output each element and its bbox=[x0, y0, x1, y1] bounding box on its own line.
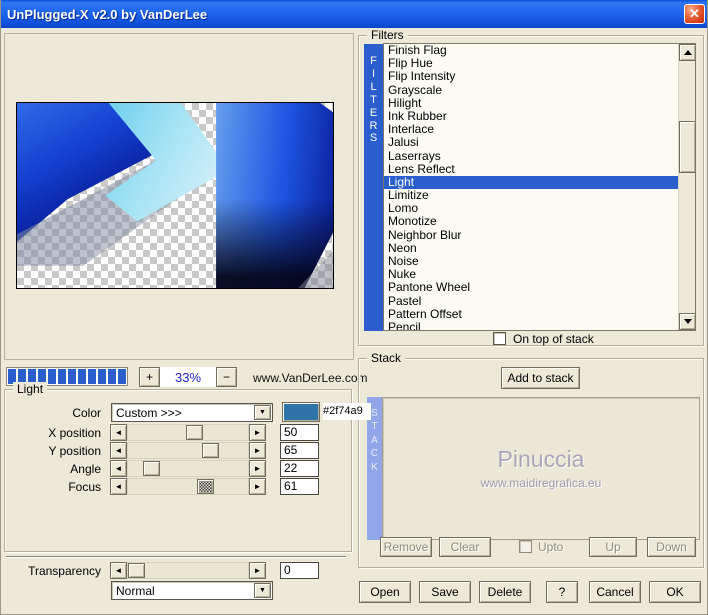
filters-group-label: Filters bbox=[367, 28, 408, 42]
filter-item[interactable]: Grayscale bbox=[384, 83, 695, 97]
scroll-up-button[interactable] bbox=[679, 44, 695, 61]
transparency-left-arrow-button[interactable]: ◄ bbox=[110, 562, 127, 579]
title-bar[interactable]: UnPlugged-X v2.0 by VanDerLee ✕ bbox=[1, 0, 707, 28]
x-position-value-field[interactable]: 50 bbox=[280, 424, 319, 441]
filter-item[interactable]: Light bbox=[384, 175, 695, 190]
filter-item[interactable]: Monotize bbox=[384, 215, 695, 228]
stack-group-label: Stack bbox=[367, 351, 406, 365]
filter-item[interactable]: Lens Reflect bbox=[384, 162, 695, 176]
delete-button[interactable]: Delete bbox=[479, 581, 531, 603]
watermark-title: Pinuccia bbox=[497, 446, 585, 472]
transparency-slider-track[interactable] bbox=[127, 562, 249, 579]
scrollbar[interactable] bbox=[678, 44, 695, 330]
x-position-slider-track[interactable] bbox=[127, 424, 249, 441]
filter-item[interactable]: Pastel bbox=[384, 294, 695, 308]
chevron-down-icon[interactable]: ▼ bbox=[254, 583, 271, 598]
filter-item[interactable]: Pattern Offset bbox=[384, 307, 695, 321]
unplugged-x-dialog: UnPlugged-X v2.0 by VanDerLee ✕ + 33% − … bbox=[0, 0, 708, 615]
filter-item[interactable]: Neighbor Blur bbox=[384, 228, 695, 242]
on-top-of-stack-checkbox[interactable] bbox=[493, 332, 506, 345]
clear-button[interactable]: Clear bbox=[439, 537, 491, 557]
help-button[interactable]: ? bbox=[546, 581, 578, 603]
zoom-out-button[interactable]: − bbox=[216, 367, 237, 387]
down-button[interactable]: Down bbox=[647, 537, 696, 557]
filter-item[interactable]: Pencil bbox=[384, 320, 695, 330]
transparency-label: Transparency bbox=[28, 564, 101, 578]
scrollbar-thumb[interactable] bbox=[679, 121, 695, 173]
upto-checkbox[interactable] bbox=[519, 540, 532, 553]
transparency-value-field[interactable]: 0 bbox=[280, 562, 319, 579]
preview-panel bbox=[4, 33, 354, 360]
filter-item[interactable]: Hilight bbox=[384, 96, 695, 110]
zoom-percent: 33% bbox=[160, 367, 216, 387]
color-combobox[interactable]: Custom >>> ▼ bbox=[111, 403, 273, 422]
angle-label: Angle bbox=[70, 462, 101, 476]
light-group-label: Light bbox=[13, 382, 48, 396]
remove-button[interactable]: Remove bbox=[380, 537, 432, 557]
y-position-slider-track[interactable] bbox=[127, 442, 249, 459]
scroll-down-button[interactable] bbox=[679, 313, 695, 330]
filter-item[interactable]: Limitize bbox=[384, 188, 695, 202]
on-top-of-stack-label: On top of stack bbox=[513, 332, 594, 346]
y-position-label: Y position bbox=[48, 444, 101, 458]
preview-image[interactable] bbox=[16, 102, 334, 289]
stack-listbox[interactable]: Pinuccia www.maidiregrafica.eu bbox=[382, 397, 700, 540]
focus-label: Focus bbox=[68, 480, 101, 494]
add-to-stack-button[interactable]: Add to stack bbox=[501, 367, 580, 389]
chevron-down-icon[interactable]: ▼ bbox=[254, 405, 271, 420]
filter-item[interactable]: Laserrays bbox=[384, 149, 695, 163]
vendor-website: www.VanDerLee.com bbox=[253, 371, 368, 385]
x-position-label: X position bbox=[48, 426, 101, 440]
filter-item[interactable]: Flip Intensity bbox=[384, 70, 695, 83]
cancel-button[interactable]: Cancel bbox=[589, 581, 641, 603]
angle-slider-thumb[interactable] bbox=[143, 461, 160, 476]
ok-button[interactable]: OK bbox=[649, 581, 701, 603]
y-position-slider-thumb[interactable] bbox=[202, 443, 219, 458]
y-position-value-field[interactable]: 65 bbox=[280, 442, 319, 459]
close-icon[interactable]: ✕ bbox=[684, 4, 705, 24]
y-position-left-arrow-button[interactable]: ◄ bbox=[110, 442, 127, 459]
angle-slider-track[interactable] bbox=[127, 460, 249, 477]
transparency-slider-thumb[interactable] bbox=[128, 563, 145, 578]
blend-mode-combobox[interactable]: Normal ▼ bbox=[111, 581, 273, 600]
focus-value-field[interactable]: 61 bbox=[280, 478, 319, 495]
color-swatch-button[interactable] bbox=[282, 402, 320, 422]
color-combobox-value: Custom >>> bbox=[116, 406, 182, 420]
watermark-url: www.maidiregrafica.eu bbox=[480, 476, 602, 490]
transparency-right-arrow-button[interactable]: ► bbox=[249, 562, 266, 579]
focus-left-arrow-button[interactable]: ◄ bbox=[110, 478, 127, 495]
filter-item[interactable]: Interlace bbox=[384, 123, 695, 136]
y-position-right-arrow-button[interactable]: ► bbox=[249, 442, 266, 459]
filter-item[interactable]: Noise bbox=[384, 254, 695, 268]
angle-left-arrow-button[interactable]: ◄ bbox=[110, 460, 127, 477]
angle-right-arrow-button[interactable]: ► bbox=[249, 460, 266, 477]
open-button[interactable]: Open bbox=[359, 581, 411, 603]
color-hex-label: #2f74a9 bbox=[323, 403, 371, 420]
focus-right-arrow-button[interactable]: ► bbox=[249, 478, 266, 495]
color-label: Color bbox=[72, 406, 101, 420]
filters-sidebar: FILTERS bbox=[364, 44, 383, 331]
focus-slider-track[interactable] bbox=[127, 478, 249, 495]
save-button[interactable]: Save bbox=[419, 581, 471, 603]
filter-item[interactable]: Jalusi bbox=[384, 136, 695, 149]
x-position-slider-thumb[interactable] bbox=[186, 425, 203, 440]
filter-item[interactable]: Neon bbox=[384, 241, 695, 255]
x-position-right-arrow-button[interactable]: ► bbox=[249, 424, 266, 441]
blend-mode-value: Normal bbox=[116, 584, 155, 598]
angle-value-field[interactable]: 22 bbox=[280, 460, 319, 477]
x-position-left-arrow-button[interactable]: ◄ bbox=[110, 424, 127, 441]
filter-item[interactable]: Pantone Wheel bbox=[384, 281, 695, 294]
up-button[interactable]: Up bbox=[589, 537, 637, 557]
divider bbox=[6, 556, 346, 558]
focus-slider-thumb[interactable] bbox=[197, 479, 214, 494]
upto-label: Upto bbox=[538, 540, 564, 554]
window-title: UnPlugged-X v2.0 by VanDerLee bbox=[7, 6, 208, 22]
filter-listbox[interactable]: Finish Flag Flip Hue Flip Intensity Graysca… bbox=[383, 43, 696, 331]
triangle-up-icon bbox=[683, 50, 692, 55]
zoom-in-button[interactable]: + bbox=[139, 367, 160, 387]
triangle-down-icon bbox=[683, 319, 692, 324]
